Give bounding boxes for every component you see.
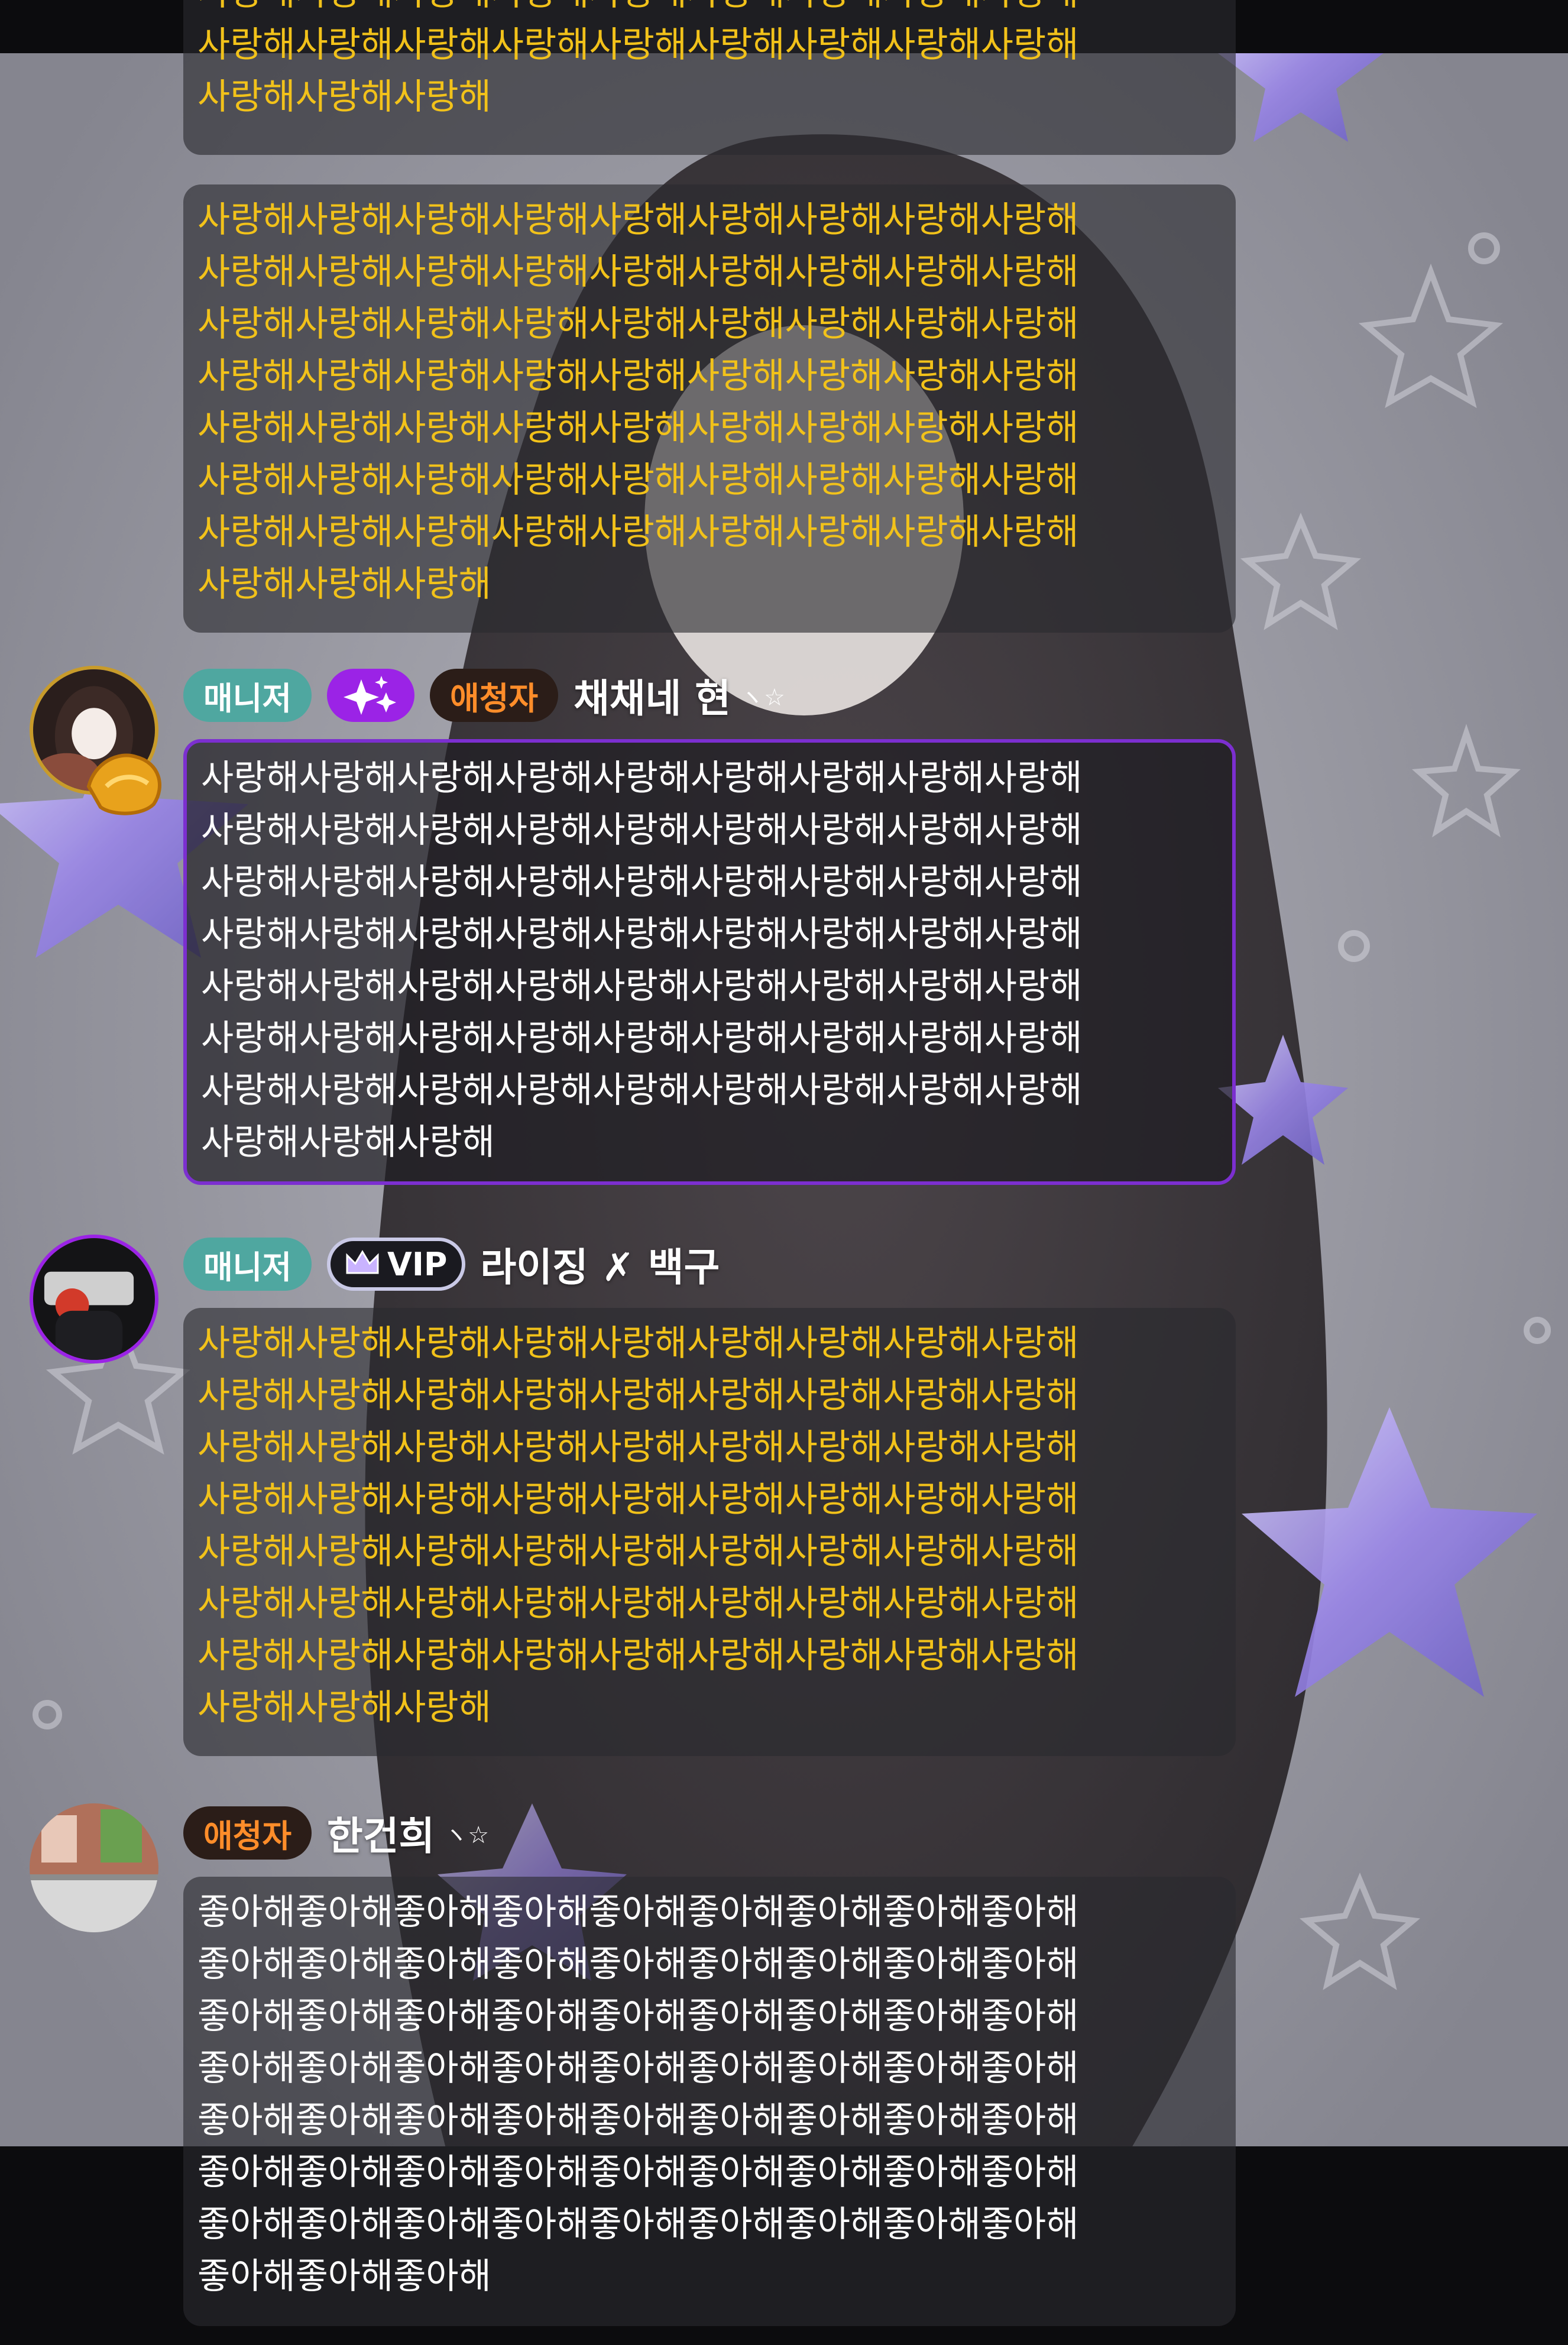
avatar-frame-icon xyxy=(83,751,166,816)
user-avatar[interactable] xyxy=(30,1803,158,1932)
chat-list[interactable]: 사랑해사랑해사랑해사랑해사랑해사랑해사랑해사랑해사랑해 사랑해사랑해사랑해 사랑해… xyxy=(0,0,1568,2345)
sparkle-icon xyxy=(327,669,415,722)
message-header: 매니저 VIP 라이징 ✗ 백구 xyxy=(183,1235,720,1294)
message-header: 매니저 애청자 채채네 현 ヽ☆ xyxy=(183,666,785,725)
vip-badge: VIP xyxy=(327,1238,465,1291)
vip-label: VIP xyxy=(387,1245,448,1283)
crown-icon xyxy=(345,1246,380,1283)
chat-bubble: 좋아해좋아해좋아해좋아해좋아해좋아해좋아해좋아해좋아해 좋아해좋아해좋아해좋아해… xyxy=(183,1877,1236,2326)
fan-badge: 애청자 xyxy=(183,1806,312,1860)
manager-badge: 매니저 xyxy=(183,669,312,722)
chat-bubble: 사랑해사랑해사랑해사랑해사랑해사랑해사랑해사랑해사랑해 사랑해사랑해사랑해사랑해… xyxy=(183,184,1236,633)
nickname-decoration: ヽ☆ xyxy=(740,684,785,711)
message-header: 애청자 한건희 ヽ☆ xyxy=(183,1803,489,1863)
chat-bubble: 사랑해사랑해사랑해사랑해사랑해사랑해사랑해사랑해사랑해 사랑해사랑해사랑해사랑해… xyxy=(183,0,1236,155)
nickname[interactable]: 채채네 현 xyxy=(574,667,731,724)
nickname[interactable]: 한건희 xyxy=(327,1805,435,1861)
nickname[interactable]: 라이징 ✗ 백구 xyxy=(481,1236,720,1293)
chat-bubble: 사랑해사랑해사랑해사랑해사랑해사랑해사랑해사랑해사랑해 사랑해사랑해사랑해사랑해… xyxy=(183,1308,1236,1756)
user-avatar[interactable] xyxy=(30,1235,158,1363)
chat-bubble: 사랑해사랑해사랑해사랑해사랑해사랑해사랑해사랑해사랑해 사랑해사랑해사랑해사랑해… xyxy=(183,739,1236,1185)
manager-badge: 매니저 xyxy=(183,1238,312,1291)
nickname-decoration: ヽ☆ xyxy=(444,1822,490,1849)
fan-badge: 애청자 xyxy=(430,669,559,722)
